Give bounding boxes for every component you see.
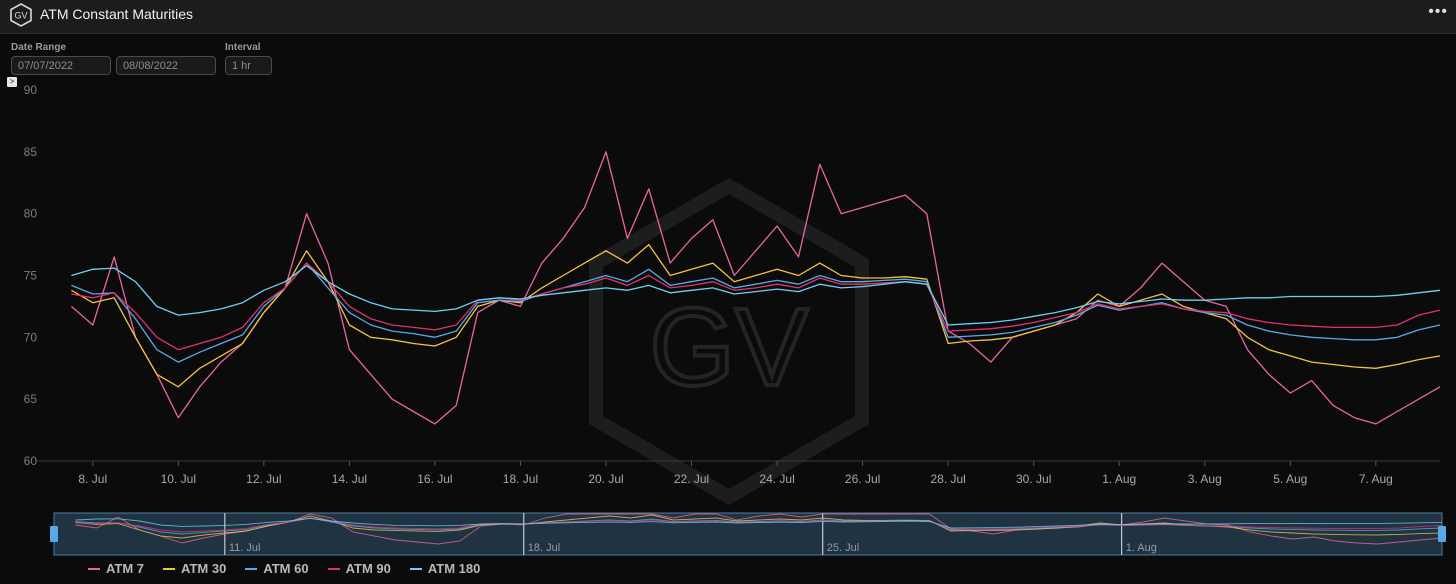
x-tick-label: 18. Jul: [503, 472, 538, 486]
x-tick-label: 22. Jul: [674, 472, 709, 486]
x-tick-label: 20. Jul: [588, 472, 623, 486]
y-tick-label: 80: [24, 207, 38, 221]
navigator-tick-label: 25. Jul: [827, 542, 859, 554]
navigator-right-handle[interactable]: [1438, 526, 1446, 542]
x-tick-label: 24. Jul: [759, 472, 794, 486]
navigator-left-handle[interactable]: [50, 526, 58, 542]
y-tick-label: 85: [24, 145, 38, 159]
x-tick-label: 8. Jul: [78, 472, 107, 486]
y-tick-label: 65: [24, 392, 38, 406]
x-tick-label: 7. Aug: [1359, 472, 1393, 486]
legend-item-atm-180[interactable]: ATM 180: [409, 561, 481, 576]
x-tick-label: 30. Jul: [1016, 472, 1051, 486]
legend-swatch: [163, 567, 176, 570]
legend-item-atm-7[interactable]: ATM 7: [88, 561, 144, 576]
legend-label: ATM 30: [181, 561, 227, 576]
watermark-text: GV: [650, 286, 809, 409]
navigator-window: [53, 512, 1443, 556]
legend: ATM 7 ATM 30 ATM 60 ATM 90 ATM 180: [88, 561, 480, 576]
navigator-tick-label: 1. Aug: [1126, 542, 1157, 554]
navigator-tick-label: 11. Jul: [229, 542, 261, 554]
x-tick-label: 5. Aug: [1273, 472, 1307, 486]
legend-swatch: [409, 567, 422, 570]
y-tick-label: 90: [24, 83, 38, 97]
legend-label: ATM 180: [427, 561, 481, 576]
watermark-logo: GV: [589, 177, 869, 506]
x-tick-label: 16. Jul: [417, 472, 452, 486]
legend-swatch: [327, 567, 340, 570]
legend-item-atm-60[interactable]: ATM 60: [245, 561, 309, 576]
x-tick-label: 26. Jul: [845, 472, 880, 486]
x-tick-label: 14. Jul: [332, 472, 367, 486]
legend-item-atm-30[interactable]: ATM 30: [163, 561, 226, 576]
y-tick-label: 60: [24, 454, 38, 468]
y-tick-label: 75: [24, 269, 38, 283]
line-chart: GV 60 65 70 75 80 85 90 8. Jul 10. Jul 12. Jul 14…: [24, 83, 1446, 556]
navigator[interactable]: 11. Jul 18. Jul 25. Jul 1. Aug: [50, 512, 1446, 556]
legend-swatch: [245, 567, 258, 570]
x-tick-label: 3. Aug: [1188, 472, 1222, 486]
legend-label: ATM 60: [263, 561, 309, 576]
legend-swatch: [88, 567, 100, 570]
x-tick-label: 12. Jul: [246, 472, 281, 486]
x-tick-label: 10. Jul: [161, 472, 196, 486]
legend-item-atm-90[interactable]: ATM 90: [327, 561, 391, 576]
x-tick-label: 28. Jul: [930, 472, 965, 486]
legend-label: ATM 90: [345, 561, 391, 576]
navigator-tick-label: 18. Jul: [528, 542, 560, 554]
y-tick-label: 70: [24, 330, 38, 344]
x-tick-label: 1. Aug: [1102, 472, 1136, 486]
legend-label: ATM 7: [106, 561, 145, 576]
x-axis: 8. Jul 10. Jul 12. Jul 14. Jul 16. Jul 18. Ju…: [78, 461, 1393, 486]
y-axis: 60 65 70 75 80 85 90: [24, 83, 38, 468]
